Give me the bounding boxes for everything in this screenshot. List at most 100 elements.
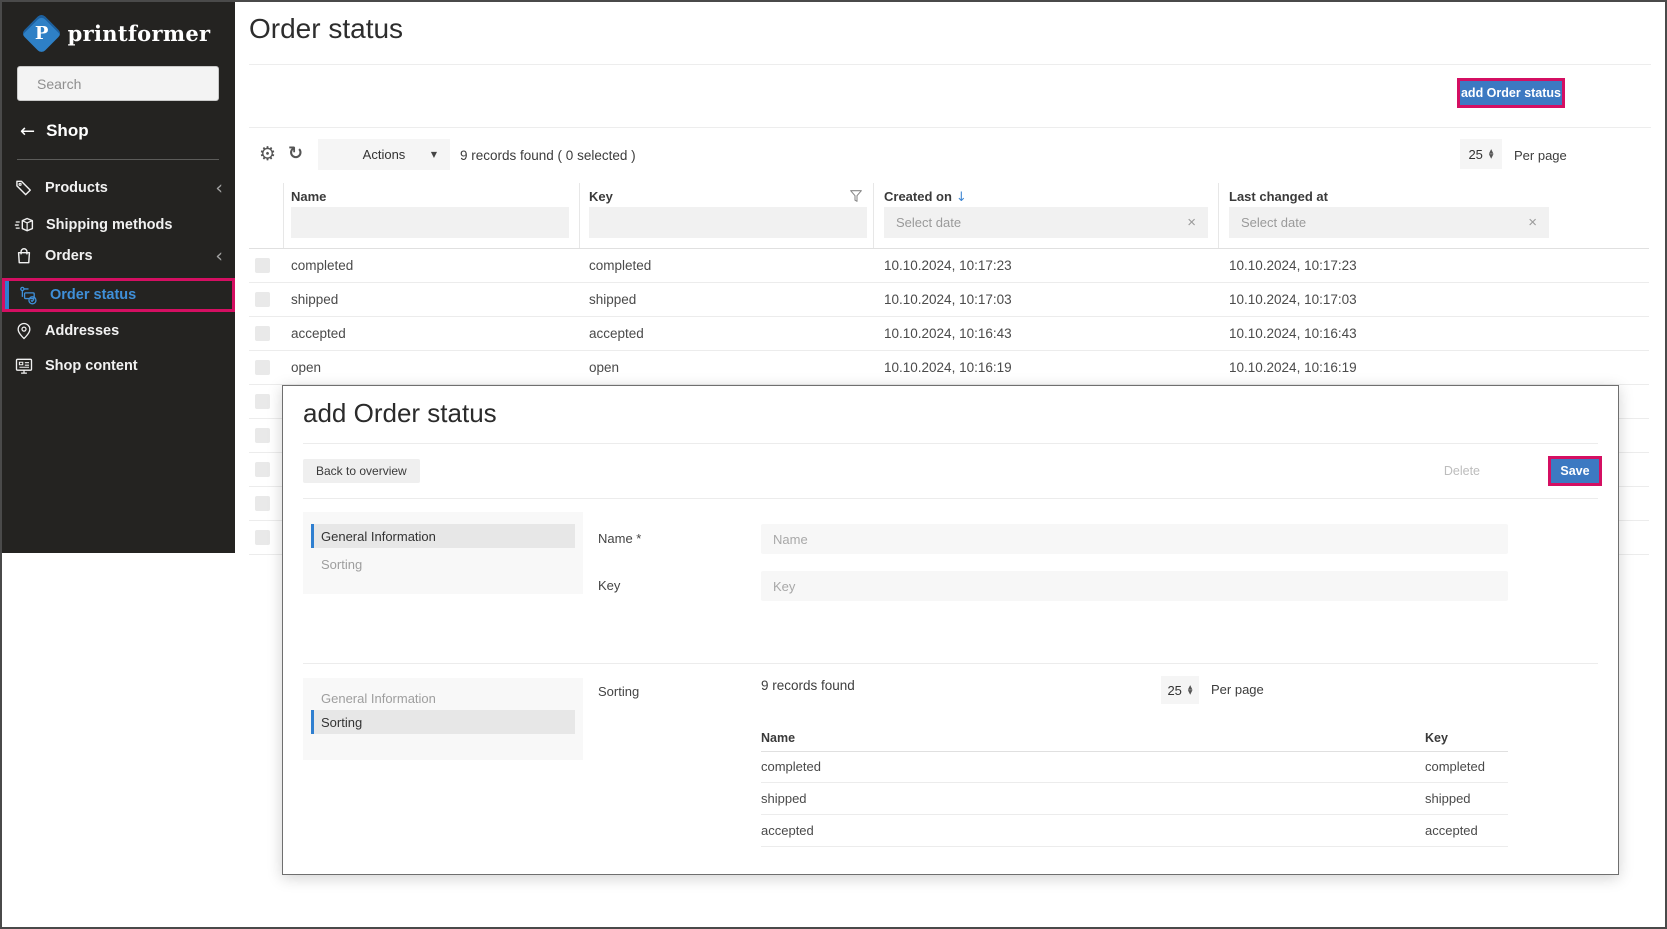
clear-icon[interactable]: × bbox=[1528, 214, 1537, 231]
sorting-section-label: Sorting bbox=[598, 684, 639, 699]
sidebar-item-label: Orders bbox=[45, 248, 93, 264]
tab-general-information[interactable]: General Information bbox=[311, 686, 575, 710]
filter-funnel-icon[interactable] bbox=[848, 188, 864, 204]
column-header-name[interactable]: Name bbox=[291, 189, 326, 204]
back-arrow-icon: ← bbox=[20, 121, 35, 142]
column-header-last-changed[interactable]: Last changed at bbox=[1229, 189, 1328, 204]
logo-diamond-icon: P bbox=[21, 12, 62, 53]
sidebar-item-label: Shipping methods bbox=[46, 217, 172, 233]
cell-key: shipped bbox=[589, 292, 636, 307]
table-row[interactable]: accepted accepted 10.10.2024, 10:16:43 1… bbox=[249, 317, 1649, 351]
search-input[interactable] bbox=[37, 76, 218, 92]
key-field-input[interactable] bbox=[761, 571, 1508, 601]
tag-icon bbox=[14, 178, 34, 198]
table-row[interactable]: completed completed 10.10.2024, 10:17:23… bbox=[249, 249, 1649, 283]
sidebar-item-shipping-methods[interactable]: Shipping methods bbox=[2, 208, 235, 242]
per-page-select[interactable]: 25 ▲ ▼ bbox=[1460, 139, 1502, 169]
add-order-status-button[interactable]: add Order status bbox=[1460, 81, 1562, 105]
row-checkbox[interactable] bbox=[255, 258, 270, 273]
add-order-status-modal: add Order status Back to overview Delete… bbox=[282, 385, 1619, 875]
cell-changed: 10.10.2024, 10:16:19 bbox=[1229, 360, 1357, 375]
save-button-highlight: Save bbox=[1548, 456, 1602, 486]
cell-name: open bbox=[291, 360, 321, 375]
modal-table-row[interactable]: accepted accepted bbox=[761, 815, 1508, 847]
table-row[interactable]: shipped shipped 10.10.2024, 10:17:03 10.… bbox=[249, 283, 1649, 317]
sidebar-item-order-status[interactable]: Order status bbox=[2, 278, 235, 312]
stepper-down-icon: ▼ bbox=[1188, 690, 1193, 695]
cell-changed: 10.10.2024, 10:17:03 bbox=[1229, 292, 1357, 307]
tab-label: General Information bbox=[321, 529, 436, 544]
delete-button[interactable]: Delete bbox=[1430, 459, 1494, 483]
column-separator bbox=[579, 183, 580, 249]
save-button[interactable]: Save bbox=[1551, 459, 1599, 483]
sidebar-item-label: Products bbox=[45, 180, 108, 196]
column-header-key[interactable]: Key bbox=[589, 189, 613, 204]
row-checkbox[interactable] bbox=[255, 428, 270, 443]
table-row[interactable]: open open 10.10.2024, 10:16:19 10.10.202… bbox=[249, 351, 1649, 385]
sidebar-divider bbox=[17, 159, 219, 160]
sidebar-item-label: Addresses bbox=[45, 323, 119, 339]
row-checkbox[interactable] bbox=[255, 496, 270, 511]
order-status-icon bbox=[18, 285, 39, 306]
app-window: P printformer ← Shop Products ‹ bbox=[0, 0, 1667, 929]
column-separator bbox=[873, 183, 874, 249]
modal-table-row[interactable]: completed completed bbox=[761, 751, 1508, 783]
sidebar-item-products[interactable]: Products ‹ bbox=[2, 171, 235, 205]
last-changed-date-filter[interactable]: Select date × bbox=[1229, 207, 1549, 238]
key-filter-input[interactable] bbox=[589, 207, 867, 238]
sidebar-item-orders[interactable]: Orders ‹ bbox=[2, 239, 235, 273]
sidebar-item-shop-content[interactable]: Shop content bbox=[2, 349, 235, 383]
cell-name: shipped bbox=[761, 791, 807, 806]
modal-title: add Order status bbox=[303, 398, 497, 429]
tab-sorting[interactable]: Sorting bbox=[311, 552, 575, 576]
active-tab-bar bbox=[311, 710, 314, 734]
tab-label: Sorting bbox=[321, 557, 362, 572]
cell-created: 10.10.2024, 10:17:03 bbox=[884, 292, 1012, 307]
sidebar-search bbox=[17, 66, 219, 101]
row-checkbox[interactable] bbox=[255, 394, 270, 409]
shop-content-icon bbox=[14, 356, 34, 376]
back-to-shop[interactable]: ← Shop bbox=[20, 117, 89, 145]
row-checkbox[interactable] bbox=[255, 462, 270, 477]
sort-desc-icon: ↓ bbox=[956, 190, 967, 205]
sidebar: P printformer ← Shop Products ‹ bbox=[2, 2, 235, 553]
cell-name: shipped bbox=[291, 292, 338, 307]
logo-letter: P bbox=[34, 22, 48, 43]
chevron-left-icon[interactable]: ‹ bbox=[215, 245, 223, 267]
row-checkbox[interactable] bbox=[255, 530, 270, 545]
sidebar-item-label: Shop content bbox=[45, 358, 138, 374]
modal-divider bbox=[303, 498, 1598, 499]
cell-created: 10.10.2024, 10:16:19 bbox=[884, 360, 1012, 375]
general-info-tab-panel: General Information Sorting bbox=[303, 512, 583, 594]
back-to-overview-button[interactable]: Back to overview bbox=[303, 459, 420, 483]
clear-icon[interactable]: × bbox=[1187, 214, 1196, 231]
chevron-left-icon[interactable]: ‹ bbox=[215, 177, 223, 199]
row-checkbox[interactable] bbox=[255, 326, 270, 341]
refresh-icon[interactable]: ↻ bbox=[288, 143, 303, 164]
gear-icon[interactable]: ⚙ bbox=[259, 143, 276, 165]
cell-changed: 10.10.2024, 10:16:43 bbox=[1229, 326, 1357, 341]
name-filter-input[interactable] bbox=[291, 207, 569, 238]
actions-dropdown[interactable]: Actions ▼ bbox=[318, 139, 450, 170]
created-on-date-filter[interactable]: Select date × bbox=[884, 207, 1208, 238]
name-field-label: Name * bbox=[598, 531, 641, 546]
cell-key: completed bbox=[589, 258, 651, 273]
column-header-created-on[interactable]: Created on↓ bbox=[884, 189, 967, 205]
per-page-value: 25 bbox=[1167, 683, 1181, 698]
row-checkbox[interactable] bbox=[255, 360, 270, 375]
cell-name: completed bbox=[761, 759, 821, 774]
logo-text: printformer bbox=[68, 21, 211, 46]
sidebar-item-addresses[interactable]: Addresses bbox=[2, 314, 235, 348]
tab-sorting[interactable]: Sorting bbox=[311, 710, 575, 734]
modal-divider bbox=[303, 443, 1598, 444]
tab-general-information[interactable]: General Information bbox=[311, 524, 575, 548]
add-order-status-highlight: add Order status bbox=[1457, 78, 1565, 108]
modal-per-page-select[interactable]: 25 ▲ ▼ bbox=[1161, 676, 1199, 704]
name-field-input[interactable] bbox=[761, 524, 1508, 554]
row-checkbox[interactable] bbox=[255, 292, 270, 307]
modal-table-row[interactable]: shipped shipped bbox=[761, 783, 1508, 815]
column-separator bbox=[1218, 183, 1219, 249]
modal-per-page-label: Per page bbox=[1211, 682, 1264, 697]
per-page-label: Per page bbox=[1514, 148, 1567, 163]
printformer-logo: P printformer bbox=[2, 10, 235, 56]
